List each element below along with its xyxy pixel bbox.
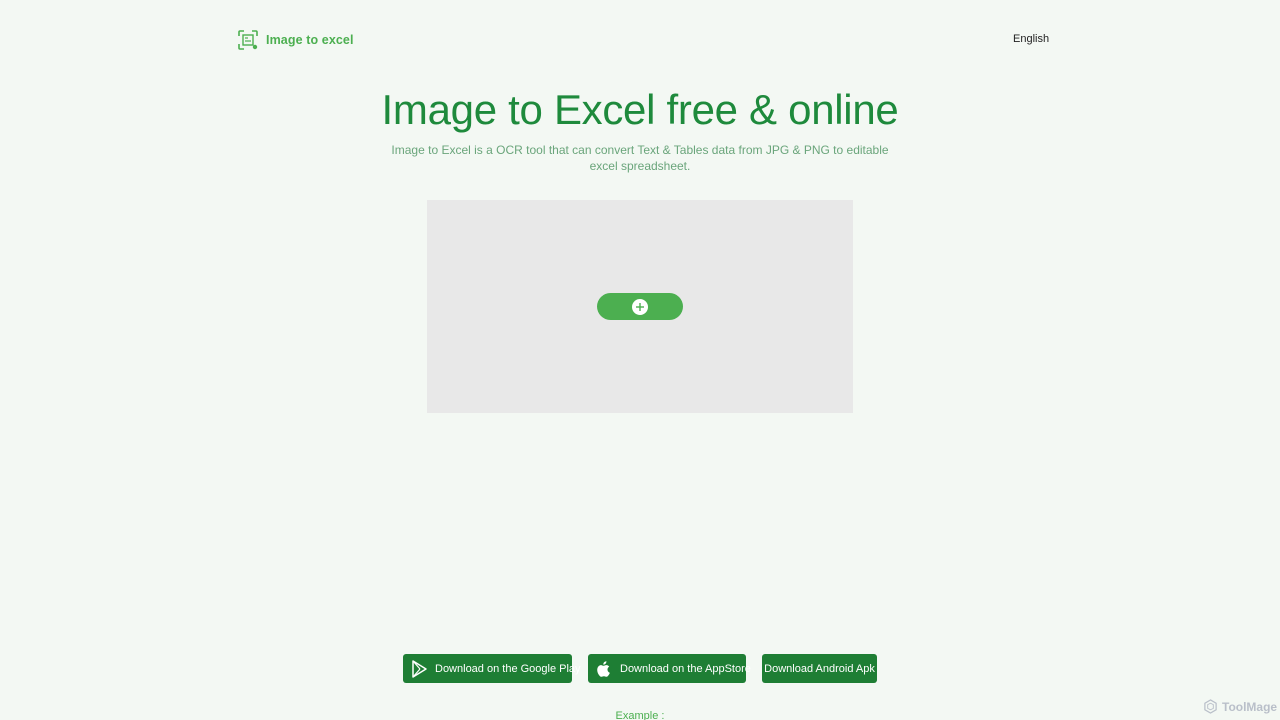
language-selector[interactable]: English: [1013, 33, 1049, 45]
logo-link[interactable]: Image to excel: [237, 29, 354, 51]
scan-document-icon: [238, 30, 258, 50]
app-store-download-button[interactable]: Download on the AppStore: [588, 654, 751, 683]
upload-button[interactable]: [597, 293, 683, 320]
example-label: Example :: [615, 710, 665, 720]
page-description: Image to Excel is a OCR tool that can co…: [391, 143, 889, 173]
google-play-icon: [412, 659, 427, 678]
hexagon-logo-icon: [1204, 699, 1217, 714]
android-apk-download-button[interactable]: Download Android Apk: [762, 654, 877, 683]
page-title: Image to Excel free & online: [381, 86, 899, 133]
page: Image to excel English Image to Excel fr…: [0, 0, 1280, 720]
toolmage-watermark: ToolMage: [1203, 699, 1277, 714]
plus-icon: [632, 298, 648, 315]
app-store-label: Download on the AppStore: [620, 662, 751, 675]
upload-dropzone[interactable]: [427, 200, 853, 413]
watermark-text: ToolMage: [1222, 699, 1278, 714]
google-play-label: Download on the Google Play: [435, 662, 581, 675]
android-apk-label: Download Android Apk: [764, 662, 875, 675]
apple-icon: [597, 660, 610, 677]
logo-text: Image to excel: [266, 33, 354, 47]
google-play-download-button[interactable]: Download on the Google Play: [403, 654, 581, 683]
